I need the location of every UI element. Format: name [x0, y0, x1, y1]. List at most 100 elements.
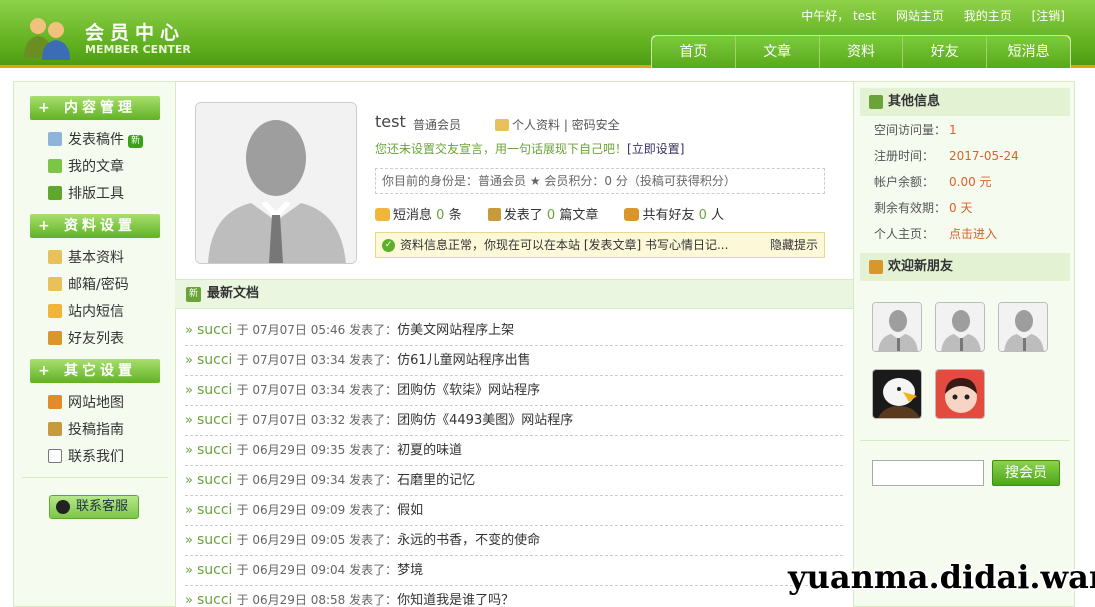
sidebar-item-email-password[interactable]: 邮箱/密码 — [48, 275, 129, 295]
doc-title-link[interactable]: 团购仿《4493美图》网站程序 — [397, 413, 573, 428]
member-search-input[interactable] — [872, 460, 984, 486]
section-content-manage[interactable]: + 内容管理 — [30, 96, 160, 120]
doc-row: » succi 于 06月29日 09:34 发表了：石磨里的记忆 — [185, 466, 843, 496]
sidebar-item-post[interactable]: 发表稿件新 — [48, 130, 144, 150]
doc-title-link[interactable]: 永远的书香，不变的使命 — [397, 533, 540, 548]
info-register-date: 注册时间： 2017-05-24 — [874, 149, 1019, 163]
doc-author[interactable]: succi — [197, 442, 232, 458]
arrow-icon: » — [185, 323, 193, 338]
doc-author[interactable]: succi — [197, 562, 232, 578]
envelope-icon — [48, 449, 62, 463]
section-profile-settings[interactable]: + 资料设置 — [30, 214, 160, 238]
doc-title-link[interactable]: 仿美文网站程序上架 — [397, 323, 514, 338]
username: test — [375, 112, 406, 131]
default-avatar-icon — [999, 303, 1047, 351]
default-avatar-icon — [873, 303, 921, 351]
doc-author[interactable]: succi — [197, 532, 232, 548]
doc-author[interactable]: succi — [197, 412, 232, 428]
doc-title-link[interactable]: 假如 — [397, 503, 423, 518]
friend-avatar[interactable] — [872, 369, 922, 419]
edit-doc-icon — [48, 132, 62, 146]
default-avatar-icon — [936, 303, 984, 351]
info-balance: 帐户余额： 0.00 元 — [874, 175, 992, 189]
my-home-link[interactable]: 我的主页 — [964, 9, 1012, 23]
stat-messages[interactable]: 短消息 0 条 — [375, 208, 462, 223]
sign-tip: 您还未设置交友宣言，用一句话展现下自己吧！[立即设置] — [375, 142, 685, 156]
nav-friends[interactable]: 好友 — [903, 36, 988, 68]
nav-home[interactable]: 首页 — [652, 36, 736, 68]
doc-time: 于 07月07日 03:34 发表了： — [236, 353, 398, 367]
profile-links[interactable]: 个人资料 | 密码安全 — [495, 116, 620, 133]
doc-author[interactable]: succi — [197, 472, 232, 488]
main-content: test 普通会员 个人资料 | 密码安全 您还未设置交友宣言，用一句话展现下自… — [175, 81, 853, 607]
users-icon — [48, 331, 62, 345]
sidebar-item-layout-tool[interactable]: 排版工具 — [48, 184, 124, 204]
doc-row: » succi 于 06月29日 09:09 发表了：假如 — [185, 496, 843, 526]
nav-profile[interactable]: 资料 — [819, 36, 904, 68]
arrow-icon: » — [185, 503, 193, 518]
user-stats: 短消息 0 条 发表了 0 篇文章 共有好友 0 人 — [375, 204, 746, 223]
doc-time: 于 07月07日 03:32 发表了： — [236, 413, 398, 427]
doc-time: 于 06月29日 09:09 发表了： — [236, 503, 398, 517]
sidebar-item-basic-info[interactable]: 基本资料 — [48, 248, 124, 268]
friend-avatar[interactable] — [998, 302, 1048, 352]
expand-icon: + — [38, 218, 50, 234]
doc-author[interactable]: succi — [197, 322, 232, 338]
set-sign-link[interactable]: [立即设置] — [627, 142, 684, 156]
doc-title-link[interactable]: 初夏的味道 — [397, 443, 462, 458]
sidebar-item-my-articles[interactable]: 我的文章 — [48, 157, 124, 177]
site-home-link[interactable]: 网站主页 — [896, 9, 944, 23]
friend-avatar[interactable] — [872, 302, 922, 352]
divider — [22, 477, 168, 478]
doc-title-link[interactable]: 团购仿《软柒》网站程序 — [397, 383, 540, 398]
section-other-settings[interactable]: + 其它设置 — [30, 359, 160, 383]
friend-avatar[interactable] — [935, 302, 985, 352]
doc-row: » succi 于 07月07日 03:34 发表了：团购仿《软柒》网站程序 — [185, 376, 843, 406]
info-validity: 剩余有效期： 0 天 — [874, 201, 973, 215]
latest-docs-header: 新 最新文档 — [175, 279, 853, 309]
doc-time: 于 06月29日 09:04 发表了： — [236, 563, 398, 577]
homepage-link[interactable]: 点击进入 — [949, 224, 997, 244]
doc-title-link[interactable]: 仿61儿童网站程序出售 — [397, 353, 531, 368]
left-sidebar: + 内容管理 发表稿件新 我的文章 排版工具 + 资料设置 基本资料 邮箱/密码… — [13, 81, 176, 607]
stat-friends[interactable]: 共有好友 0 人 — [624, 208, 724, 223]
arrow-icon: » — [185, 353, 193, 368]
sidebar-item-friends[interactable]: 好友列表 — [48, 329, 124, 349]
hide-notice-link[interactable]: 隐藏提示 — [770, 233, 818, 257]
nav-articles[interactable]: 文章 — [735, 36, 820, 68]
doc-author[interactable]: succi — [197, 352, 232, 368]
search-member-button[interactable]: 搜会员 — [992, 460, 1060, 486]
doc-row: » succi 于 06月29日 09:04 发表了：梦境 — [185, 556, 843, 586]
avatar[interactable] — [195, 102, 357, 264]
stat-posts[interactable]: 发表了 0 篇文章 — [487, 208, 598, 223]
contact-service-button[interactable]: 联系客服 — [49, 495, 139, 519]
sidebar-item-messages[interactable]: 站内短信 — [48, 302, 124, 322]
friend-avatar[interactable] — [935, 369, 985, 419]
sidebar-item-guide[interactable]: 投稿指南 — [48, 420, 124, 440]
check-icon: ✓ — [382, 239, 395, 252]
doc-author[interactable]: succi — [197, 382, 232, 398]
right-sidebar: 其他信息 空间访问量： 1 注册时间： 2017-05-24 帐户余额： 0.00 元… — [853, 81, 1075, 607]
doc-author[interactable]: succi — [197, 502, 232, 518]
doc-row: » succi 于 06月29日 09:05 发表了：永远的书香，不变的使命 — [185, 526, 843, 556]
doc-author[interactable]: succi — [197, 592, 232, 607]
doc-row: » succi 于 06月29日 09:35 发表了：初夏的味道 — [185, 436, 843, 466]
doc-title-link[interactable]: 你知道我是谁了吗？ — [397, 593, 514, 607]
doc-time: 于 07月07日 05:46 发表了： — [236, 323, 398, 337]
doc-title-link[interactable]: 石磨里的记忆 — [397, 473, 475, 488]
message-icon — [375, 208, 390, 221]
logout-link[interactable]: [注销] — [1032, 9, 1065, 23]
top-links: 中午好， test 网站主页 我的主页 [注销] — [785, 7, 1065, 24]
guide-icon — [48, 422, 62, 436]
logo-title: 会员中心 — [85, 22, 186, 44]
doc-row: » succi 于 06月29日 08:58 发表了：你知道我是谁了吗？ — [185, 586, 843, 607]
sidebar-item-sitemap[interactable]: 网站地图 — [48, 393, 124, 413]
sidebar-item-contact[interactable]: 联系我们 — [48, 447, 124, 467]
members-icon — [24, 18, 70, 60]
arrow-icon: » — [185, 413, 193, 428]
nav-messages[interactable]: 短消息 — [987, 36, 1070, 68]
doc-time: 于 06月29日 09:35 发表了： — [236, 443, 398, 457]
doc-title-link[interactable]: 梦境 — [397, 563, 423, 578]
doc-row: » succi 于 07月07日 03:32 发表了：团购仿《4493美图》网站程… — [185, 406, 843, 436]
arrow-icon: » — [185, 383, 193, 398]
